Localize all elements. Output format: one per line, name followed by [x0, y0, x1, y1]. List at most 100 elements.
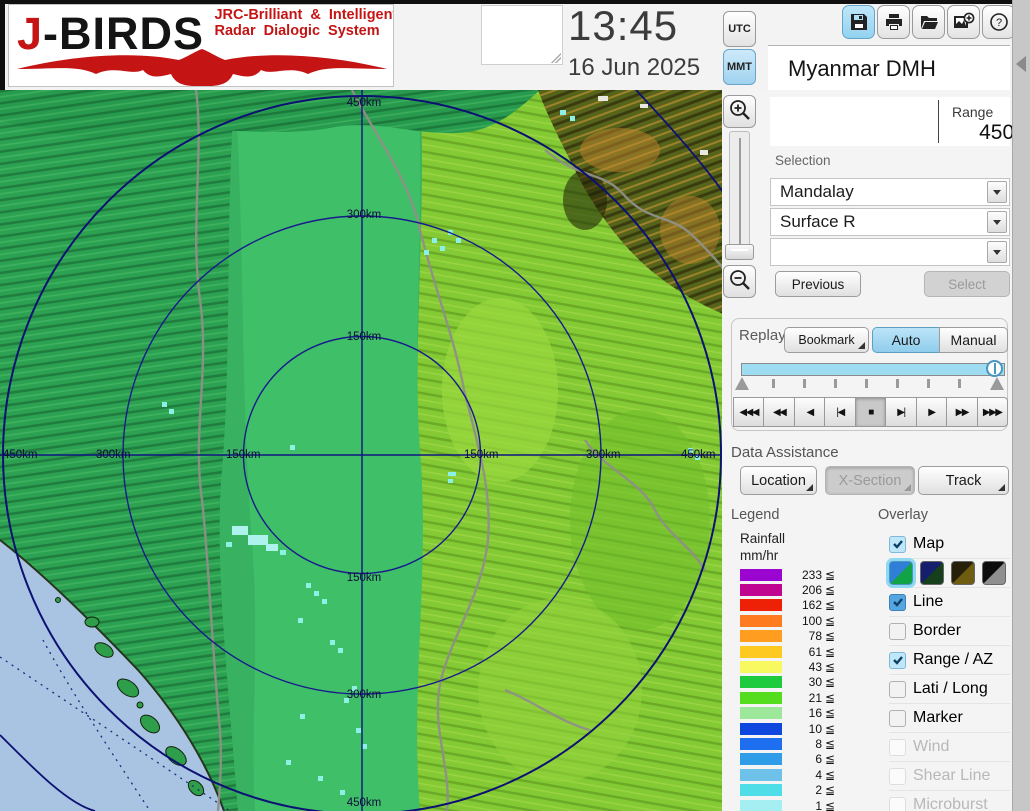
playback-button[interactable]: ◀◀	[763, 397, 795, 427]
previous-button[interactable]: Previous	[775, 271, 861, 297]
legend-title: Rainfall	[740, 531, 786, 546]
overlay-label: Overlay	[878, 507, 928, 523]
legend-color-swatch	[740, 768, 782, 781]
zoom-slider-rail[interactable]	[729, 131, 750, 251]
open-folder-button[interactable]	[912, 5, 945, 39]
add-snapshot-button[interactable]	[947, 5, 980, 39]
map-checkbox[interactable]	[889, 535, 906, 553]
save-button[interactable]	[842, 5, 875, 39]
legend-leq-symbol: ≦	[825, 567, 836, 582]
zoom-out-icon	[728, 268, 752, 295]
playback-button[interactable]: ▶|	[885, 397, 917, 427]
playback-glyph-icon: ◀◀	[772, 406, 787, 418]
replay-auto-button[interactable]: Auto	[872, 327, 940, 353]
overlay-checkbox[interactable]	[889, 767, 906, 785]
help-button[interactable]: ?	[982, 5, 1015, 39]
playback-button[interactable]: ▶▶	[946, 397, 978, 427]
map-style-swatch[interactable]	[920, 561, 944, 585]
jbirds-application-window: J-BIRDS JRC-Brilliant & Intelligent Rada…	[0, 0, 1030, 811]
overlay-checkbox[interactable]	[889, 622, 906, 640]
chevron-down-icon[interactable]	[987, 211, 1007, 233]
legend-value: 1	[815, 798, 822, 811]
legend-value: 8	[815, 736, 822, 751]
timeline-track[interactable]	[741, 363, 1005, 376]
overlay-checkbox[interactable]	[889, 651, 906, 669]
chevron-down-icon[interactable]	[987, 241, 1007, 263]
playback-glyph-icon: ▶▶▶	[982, 406, 1003, 418]
playback-button[interactable]: ▶	[915, 397, 948, 427]
playback-button[interactable]: ■	[854, 397, 887, 427]
playback-glyph-icon: ◀◀◀	[739, 406, 759, 418]
playback-button[interactable]: ▶▶▶	[976, 397, 1008, 427]
overlay-checkbox[interactable]	[889, 680, 906, 698]
selection-site-value: Mandalay	[780, 182, 854, 201]
legend-row: 43 ≦	[740, 659, 870, 674]
legend-value: 30	[808, 675, 822, 690]
add-snapshot-icon	[953, 12, 975, 32]
selection-dropdown-extra[interactable]	[770, 238, 1010, 266]
svg-text:300km: 300km	[347, 689, 382, 701]
overlay-checkbox[interactable]	[889, 593, 906, 611]
zoom-slider-handle[interactable]	[725, 244, 754, 260]
data-assistance-label: Data Assistance	[731, 444, 839, 461]
map-style-swatch[interactable]	[889, 561, 913, 585]
chevron-down-icon[interactable]	[987, 181, 1007, 203]
legend-leq-symbol: ≦	[825, 629, 836, 644]
legend-row: 16 ≦	[740, 706, 870, 721]
playback-button[interactable]: ◀	[793, 397, 826, 427]
legend-leq-symbol: ≦	[825, 798, 836, 811]
overlay-checkbox[interactable]	[889, 738, 906, 756]
timeline-start-marker-icon[interactable]	[735, 377, 749, 390]
playback-button[interactable]: |◀	[824, 397, 856, 427]
mmt-button[interactable]: MMT	[723, 49, 756, 85]
replay-manual-button[interactable]: Manual	[939, 327, 1008, 353]
timeline-end-marker-icon[interactable]	[990, 377, 1004, 390]
folder-icon	[919, 12, 939, 32]
overlay-item-label: Lati / Long	[913, 680, 988, 697]
overlay-item-label: Border	[913, 622, 962, 639]
location-button[interactable]: Location	[740, 466, 817, 495]
legend-value: 2	[815, 783, 822, 798]
print-button[interactable]	[877, 5, 910, 39]
legend-row: 2 ≦	[740, 782, 870, 797]
legend-value: 233	[801, 567, 822, 582]
overlay-row: Border	[889, 617, 1010, 646]
rainfall-legend: Rainfall mm/hr 233 ≦ 206 ≦ 162 ≦ 100 ≦ 7…	[740, 530, 870, 811]
note-box[interactable]	[481, 5, 563, 65]
overlay-item-label: Wind	[913, 738, 950, 755]
overlay-item-label: Line	[913, 593, 944, 610]
playback-button[interactable]: ◀◀◀	[733, 397, 765, 427]
bookmark-button[interactable]: Bookmark	[784, 327, 869, 353]
collapse-panel-icon[interactable]	[1016, 56, 1026, 72]
timeline-handle[interactable]	[986, 360, 1003, 377]
overlay-checkbox[interactable]	[889, 796, 906, 811]
panel-edge-strip[interactable]	[1012, 0, 1030, 811]
legend-leq-symbol: ≦	[825, 583, 836, 598]
overlay-item-label: Map	[913, 535, 945, 552]
legend-leq-symbol: ≦	[825, 783, 836, 798]
resize-grip-icon[interactable]	[551, 53, 561, 63]
overlay-checkbox[interactable]	[889, 709, 906, 727]
overlay-row: Line	[889, 588, 1010, 617]
track-button[interactable]: Track	[918, 466, 1009, 495]
selection-label: Selection	[775, 153, 831, 168]
select-button[interactable]: Select	[924, 271, 1010, 297]
site-name: Myanmar DMH	[768, 45, 1010, 90]
svg-text:450km: 450km	[3, 449, 38, 461]
legend-color-swatch	[740, 630, 782, 643]
legend-row: 61 ≦	[740, 644, 870, 659]
selection-dropdown-product[interactable]: Surface R	[770, 208, 1010, 236]
playback-controls: ◀◀◀ ◀◀ ◀ |◀ ■ ▶| ▶ ▶▶ ▶▶▶	[733, 397, 1008, 427]
legend-value: 16	[808, 706, 822, 721]
zoom-in-button[interactable]	[723, 95, 756, 128]
radar-map-display[interactable]: 450km 300km 150km 150km 300km 450km 450k…	[0, 90, 723, 811]
map-style-swatch[interactable]	[982, 561, 1006, 585]
legend-rows: 233 ≦ 206 ≦ 162 ≦ 100 ≦ 78 ≦ 61 ≦ 43 ≦ 3…	[740, 567, 870, 811]
zoom-out-button[interactable]	[723, 265, 756, 298]
range-label: Range	[952, 104, 994, 120]
x-section-button[interactable]: X-Section	[825, 466, 915, 495]
utc-button[interactable]: UTC	[723, 11, 756, 47]
map-style-swatch[interactable]	[951, 561, 975, 585]
selection-dropdown-site[interactable]: Mandalay	[770, 178, 1010, 206]
legend-row: 78 ≦	[740, 629, 870, 644]
